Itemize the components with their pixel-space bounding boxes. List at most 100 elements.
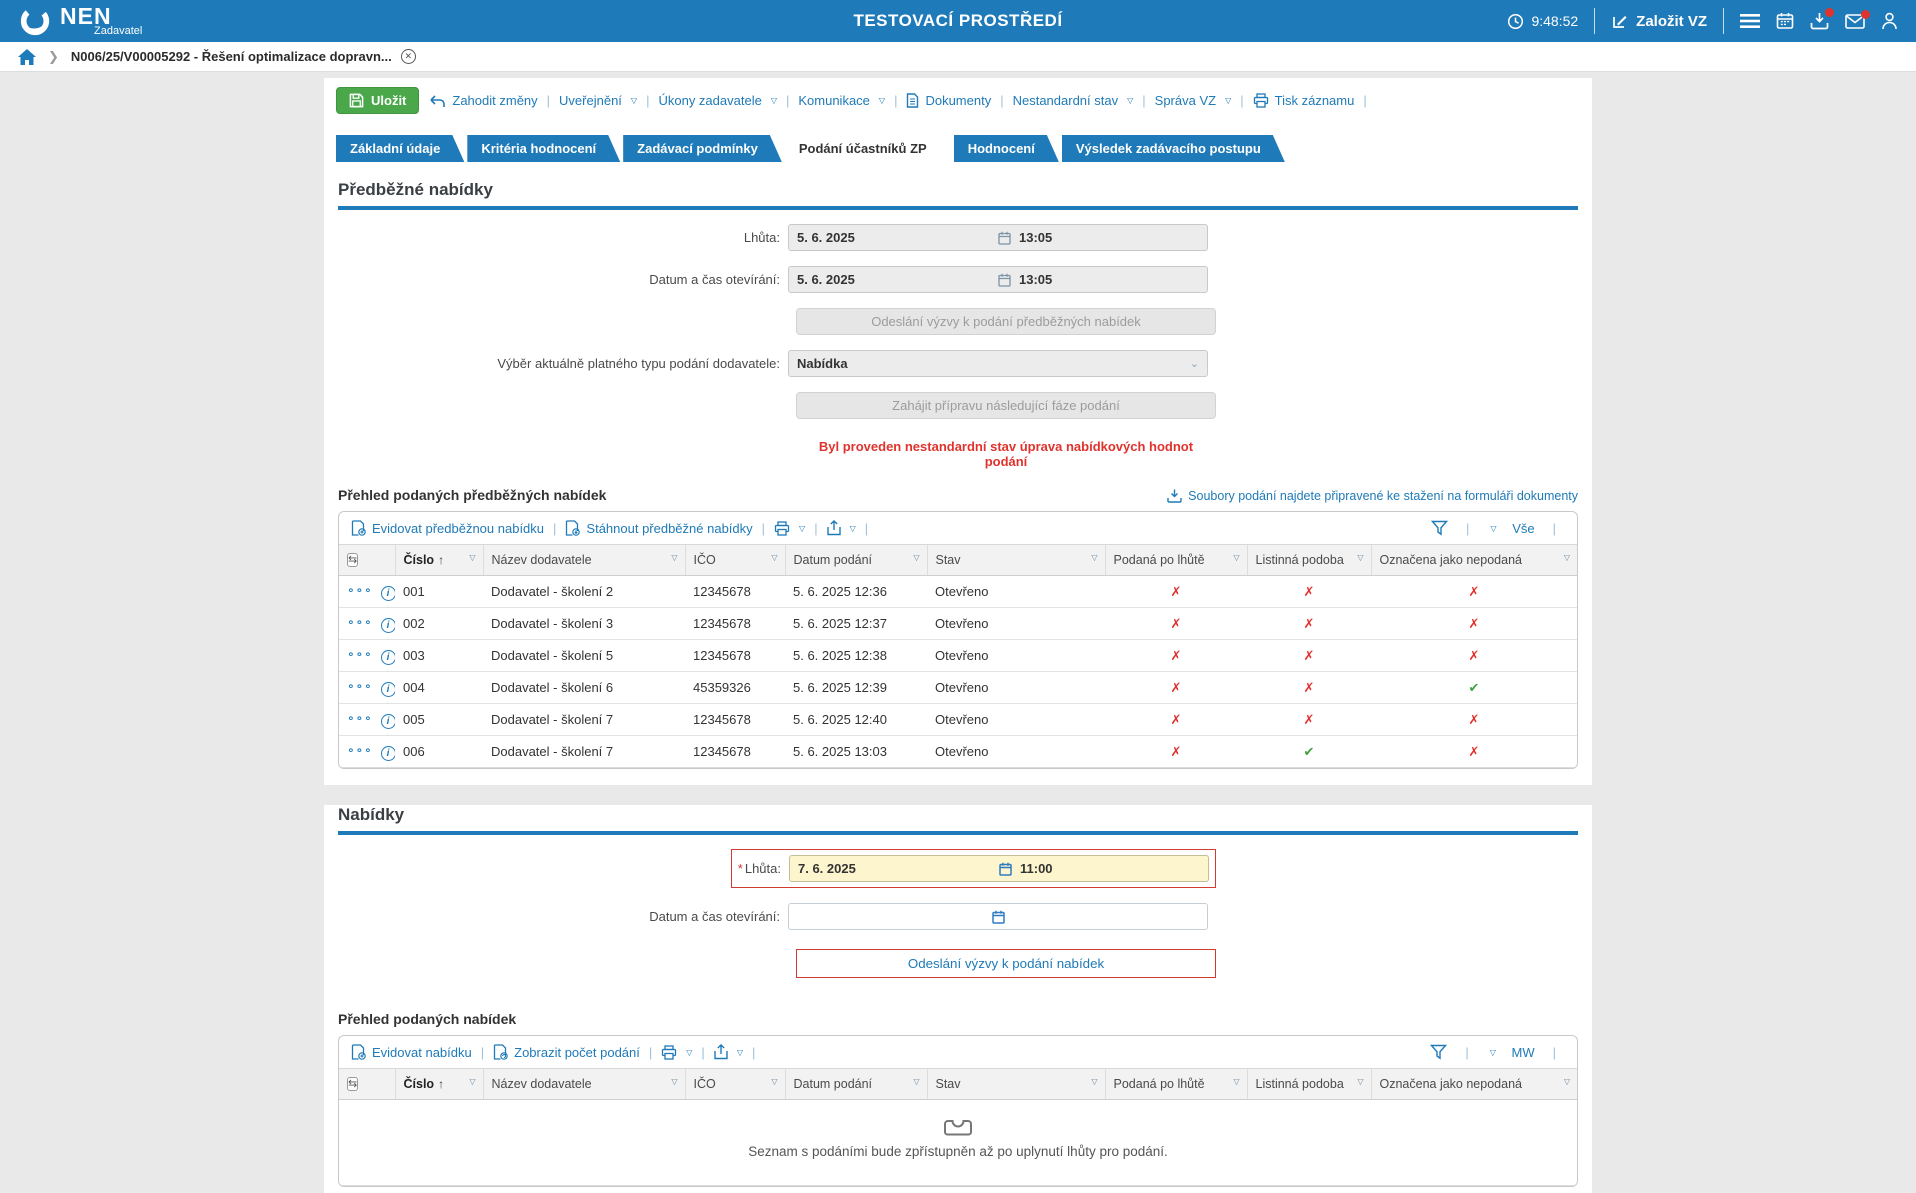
info-icon[interactable]: i [380,586,395,601]
calendar-button[interactable] [1776,12,1794,30]
column-chooser-icon[interactable]: ⇆ [347,1077,359,1091]
save-button[interactable]: Uložit [336,87,420,114]
column-header[interactable]: IČO ▽ [684,1068,785,1100]
column-filter-icon[interactable]: ▽ [771,553,777,562]
publish-menu-button[interactable]: Uveřejnění ▽ [559,93,637,108]
messages-button[interactable] [1845,9,1870,29]
tab-kriteria-hodnoceni[interactable]: Kritéria hodnocení [467,135,620,162]
communication-menu-button[interactable]: Komunikace ▽ [798,93,885,108]
opening-field[interactable]: 5. 6. 2025 13:05 [788,266,1208,293]
column-header[interactable]: Číslo ↑ ▽ [394,1068,483,1100]
manage-vz-menu-button[interactable]: Správa VZ ▽ [1155,93,1232,108]
info-icon[interactable]: i [380,682,395,697]
column-filter-icon[interactable]: ▽ [1233,553,1239,562]
calendar-icon[interactable] [998,231,1011,245]
column-header[interactable]: Podaná po lhůtě ▽ [1104,1068,1247,1100]
column-filter-icon[interactable]: ▽ [469,553,475,562]
info-icon[interactable]: i [380,746,395,761]
column-header[interactable]: Název dodavatele ▽ [482,1068,685,1100]
contracting-actions-menu-button[interactable]: Úkony zadavatele ▽ [658,93,777,108]
register-offer-button[interactable]: Evidovat nabídku [351,1044,472,1060]
user-button[interactable] [1881,12,1898,30]
next-phase-button[interactable]: Zahájit přípravu následující fáze podání [796,392,1216,419]
submission-files-link[interactable]: Soubory podání najdete připravené ke sta… [1167,489,1578,503]
send-call-preliminary-button[interactable]: Odeslání výzvy k podání předběžných nabí… [796,308,1216,335]
print-record-button[interactable]: Tisk záznamu [1253,93,1354,108]
submission-type-select[interactable]: Nabídka ⌄ [788,350,1208,377]
column-chooser-header[interactable]: ⇆ [339,1068,395,1100]
downloads-button[interactable] [1810,8,1834,30]
column-header[interactable]: Název dodavatele ▽ [482,544,685,576]
column-header[interactable]: Označena jako nepodaná ▽ [1370,1068,1577,1100]
offers-deadline-field[interactable]: 7. 6. 2025 11:00 [789,855,1209,882]
column-filter-icon[interactable]: ▽ [1564,1077,1570,1086]
show-submission-count-button[interactable]: Zobrazit počet podání [493,1044,640,1060]
register-preliminary-offer-button[interactable]: Evidovat předběžnou nabídku [351,520,544,536]
toolbar-divider: | [701,1044,705,1060]
column-header[interactable]: IČO ▽ [684,544,785,576]
offers-opening-field[interactable] [788,903,1208,930]
deadline-field[interactable]: 5. 6. 2025 13:05 [788,224,1208,251]
column-header[interactable]: Podaná po lhůtě ▽ [1104,544,1247,576]
close-tab-icon[interactable]: ✕ [400,49,416,64]
grid-print-button[interactable]: ▽ [661,1044,692,1060]
column-filter-icon[interactable]: ▽ [469,1077,475,1086]
filter-view-select[interactable]: ▽ Vše [1487,521,1534,536]
column-filter-icon[interactable]: ▽ [913,1077,919,1086]
column-filter-icon[interactable]: ▽ [1564,553,1570,562]
nen-logo[interactable]: NEN Zadavatel [18,4,142,38]
calendar-icon[interactable] [999,862,1012,876]
row-menu-icon[interactable]: ∘∘∘ [347,583,373,597]
cross-icon: ✗ [1105,735,1247,768]
send-call-offers-button[interactable]: Odeslání výzvy k podání nabídek [796,949,1216,978]
filter-view-select[interactable]: ▽ MW [1487,1045,1535,1060]
tab-zakladni-udaje[interactable]: Základní údaje [336,135,464,162]
tab-podani-ucastniku[interactable]: Podání účastníků ZP [785,135,951,162]
column-filter-icon[interactable]: ▽ [1233,1077,1239,1086]
grid-print-button[interactable]: ▽ [774,520,805,536]
column-filter-icon[interactable]: ▽ [1357,553,1363,562]
column-chooser-icon[interactable]: ⇆ [347,553,359,567]
row-menu-icon[interactable]: ∘∘∘ [347,647,373,661]
nonstandard-state-menu-button[interactable]: Nestandardní stav ▽ [1013,93,1134,108]
column-header[interactable]: Číslo ↑ ▽ [394,544,483,576]
row-menu-icon[interactable]: ∘∘∘ [347,679,373,693]
calendar-icon[interactable] [991,910,1005,924]
tab-zadavaci-podminky[interactable]: Zadávací podmínky [623,135,782,162]
calendar-icon[interactable] [998,273,1011,287]
grid-export-button[interactable]: ▽ [714,1044,743,1060]
info-icon[interactable]: i [380,650,395,665]
column-filter-icon[interactable]: ▽ [671,1077,677,1086]
row-menu-icon[interactable]: ∘∘∘ [347,743,373,757]
discard-changes-button[interactable]: Zahodit změny [429,93,538,108]
column-header[interactable]: Datum podání ▽ [784,1068,927,1100]
column-filter-icon[interactable]: ▽ [1357,1077,1363,1086]
column-filter-icon[interactable]: ▽ [1091,553,1097,562]
tab-hodnoceni[interactable]: Hodnocení [954,135,1059,162]
create-vz-button[interactable]: Založit VZ [1611,12,1707,30]
info-icon[interactable]: i [380,618,395,633]
menu-button[interactable] [1740,13,1760,29]
grid-export-button[interactable]: ▽ [826,520,856,536]
info-icon[interactable]: i [380,714,395,729]
tab-vysledek[interactable]: Výsledek zadávacího postupu [1062,135,1285,162]
home-icon[interactable] [18,48,36,65]
download-preliminary-offers-button[interactable]: Stáhnout předběžné nabídky [565,520,753,536]
breadcrumb-item[interactable]: N006/25/V00005292 - Řešení optimalizace … [71,49,416,64]
column-filter-icon[interactable]: ▽ [1091,1077,1097,1086]
column-filter-icon[interactable]: ▽ [671,553,677,562]
column-header[interactable]: Datum podání ▽ [784,544,927,576]
column-header[interactable]: Označena jako nepodaná ▽ [1370,544,1577,576]
filter-funnel-icon[interactable] [1431,520,1449,536]
column-filter-icon[interactable]: ▽ [771,1077,777,1086]
row-menu-icon[interactable]: ∘∘∘ [347,615,373,629]
filter-funnel-icon[interactable] [1430,1044,1448,1060]
column-header[interactable]: Stav ▽ [926,544,1105,576]
column-chooser-header[interactable]: ⇆ [339,544,395,576]
column-filter-icon[interactable]: ▽ [913,553,919,562]
row-menu-icon[interactable]: ∘∘∘ [347,711,373,725]
documents-button[interactable]: Dokumenty [906,93,991,108]
column-header[interactable]: Listinná podoba ▽ [1246,1068,1371,1100]
column-header[interactable]: Stav ▽ [926,1068,1105,1100]
column-header[interactable]: Listinná podoba ▽ [1246,544,1371,576]
